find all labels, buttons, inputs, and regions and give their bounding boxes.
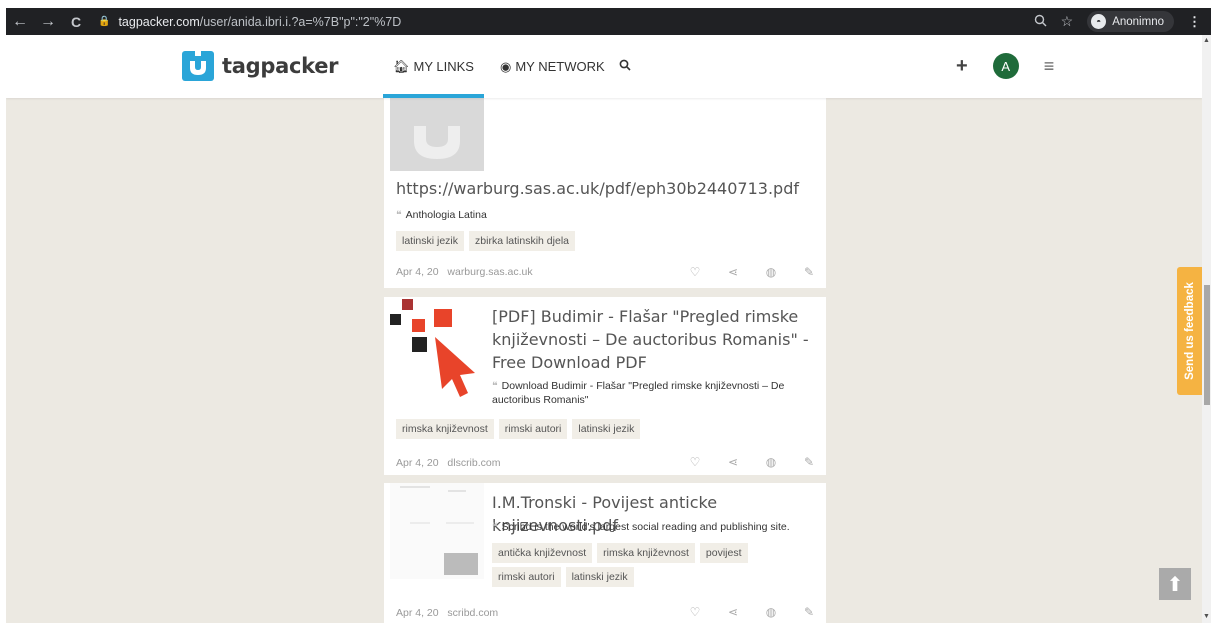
tag[interactable]: rimski autori	[492, 567, 561, 587]
home-icon: 🏠︎	[393, 58, 410, 74]
url-path: /user/anida.ibri.i.?a=%7B"p":"2"%7D	[199, 14, 402, 29]
tag[interactable]: rimska književnost	[396, 419, 494, 439]
link-meta: Apr 4, 20 warburg.sas.ac.uk	[396, 266, 533, 278]
scrollbar-thumb[interactable]	[1204, 285, 1210, 405]
link-thumbnail[interactable]	[390, 483, 484, 579]
quote-icon: ❝	[396, 209, 402, 221]
share-icon[interactable]: ⋖	[724, 265, 742, 279]
scrollbar[interactable]: ▲ ▼	[1202, 35, 1211, 623]
profile-label: Anonimno	[1112, 15, 1164, 28]
tab-my-network[interactable]: ◉ MY NETWORK	[490, 35, 615, 98]
tag[interactable]: antička književnost	[492, 543, 593, 563]
reload-button[interactable]: C	[62, 14, 90, 30]
logo-icon	[182, 51, 214, 81]
link-card: [PDF] Budimir - Flašar "Pregled rimske k…	[384, 297, 826, 475]
feedback-button[interactable]: Send us feedback	[1177, 267, 1202, 395]
address-bar[interactable]: 🔒 tagpacker.com /user/anida.ibri.i.?a=%7…	[98, 15, 401, 29]
tag-list: latinski jezik zbirka latinskih djela	[396, 231, 816, 251]
pencil-icon[interactable]: ✎	[800, 455, 818, 469]
tab-label: MY LINKS	[413, 59, 474, 74]
app-header: tagpacker 🏠︎ MY LINKS ◉ MY NETWORK + A ≡	[6, 35, 1202, 98]
tab-label: MY NETWORK	[515, 59, 605, 74]
globe-icon[interactable]: ◍	[762, 265, 780, 279]
link-description: ❝ Scribd is the world's largest social re…	[492, 521, 790, 533]
logo-text: tagpacker	[222, 54, 339, 78]
url-host: tagpacker.com	[118, 14, 200, 29]
tag-list: rimska književnost rimski autori latinsk…	[396, 419, 816, 439]
tag-list: antička književnost rimska književnost p…	[492, 543, 817, 587]
tag[interactable]: zbirka latinskih djela	[469, 231, 575, 251]
link-description: ❝ Anthologia Latina	[396, 209, 487, 221]
pencil-icon[interactable]: ✎	[800, 605, 818, 619]
tab-my-links[interactable]: 🏠︎ MY LINKS	[383, 35, 484, 98]
link-domain[interactable]: warburg.sas.ac.uk	[447, 266, 532, 278]
tag[interactable]: rimska književnost	[597, 543, 695, 563]
quote-icon: ❝	[492, 521, 498, 533]
link-title[interactable]: https://warburg.sas.ac.uk/pdf/eph30b2440…	[396, 177, 816, 200]
link-title[interactable]: [PDF] Budimir - Flašar "Pregled rimske k…	[492, 305, 812, 374]
avatar[interactable]: A	[992, 53, 1019, 79]
link-thumbnail[interactable]	[390, 297, 484, 397]
link-date: Apr 4, 20	[396, 607, 439, 619]
main-nav: 🏠︎ MY LINKS ◉ MY NETWORK	[383, 35, 631, 98]
forward-button[interactable]: →	[34, 13, 62, 31]
tag[interactable]: latinski jezik	[572, 419, 641, 439]
heart-icon[interactable]: ♡	[686, 605, 704, 619]
link-meta: Apr 4, 20 dlscrib.com	[396, 457, 501, 469]
share-icon[interactable]: ⋖	[724, 455, 742, 469]
scroll-down-arrow-icon[interactable]: ▼	[1202, 613, 1211, 620]
page-viewport: https://warburg.sas.ac.uk/pdf/eph30b2440…	[6, 35, 1202, 623]
link-actions: ♡ ⋖ ◍ ✎	[686, 455, 818, 469]
quote-icon: ❝	[492, 380, 498, 392]
zoom-icon[interactable]	[1034, 14, 1047, 30]
tag[interactable]: povijest	[699, 543, 748, 563]
lock-icon: 🔒	[98, 16, 111, 27]
link-domain[interactable]: scribd.com	[447, 607, 498, 619]
search-icon[interactable]	[619, 59, 631, 74]
tag[interactable]: latinski jezik	[565, 567, 634, 587]
link-card: I.M.Tronski - Povijest anticke knjizevno…	[384, 483, 826, 623]
browser-toolbar: ← → C 🔒 tagpacker.com /user/anida.ibri.i…	[6, 8, 1211, 35]
globe-icon: ◉	[499, 58, 512, 74]
link-date: Apr 4, 20	[396, 457, 439, 469]
heart-icon[interactable]: ♡	[686, 265, 704, 279]
tag[interactable]: latinski jezik	[396, 231, 465, 251]
link-card: https://warburg.sas.ac.uk/pdf/eph30b2440…	[384, 81, 826, 288]
star-icon[interactable]: ☆	[1061, 13, 1074, 30]
link-date: Apr 4, 20	[396, 266, 439, 278]
link-domain[interactable]: dlscrib.com	[447, 457, 500, 469]
add-link-button[interactable]: +	[956, 55, 968, 78]
feedback-label: Send us feedback	[1184, 282, 1197, 380]
link-actions: ♡ ⋖ ◍ ✎	[686, 265, 818, 279]
link-actions: ♡ ⋖ ◍ ✎	[686, 605, 818, 619]
back-button[interactable]: ←	[6, 13, 34, 31]
link-description: ❝ Download Budimir - Flašar "Pregled rims…	[492, 380, 785, 406]
arrow-up-icon: ⬆	[1166, 573, 1184, 596]
logo[interactable]: tagpacker	[182, 51, 339, 81]
share-icon[interactable]: ⋖	[724, 605, 742, 619]
pencil-icon[interactable]: ✎	[800, 265, 818, 279]
hamburger-menu-icon[interactable]: ≡	[1044, 56, 1055, 77]
incognito-icon: ◓	[1091, 14, 1107, 29]
globe-icon[interactable]: ◍	[762, 455, 780, 469]
scroll-up-arrow-icon[interactable]: ▲	[1202, 37, 1211, 44]
heart-icon[interactable]: ♡	[686, 455, 704, 469]
browser-menu-icon[interactable]: ⋮	[1188, 14, 1201, 30]
tag[interactable]: rimski autori	[498, 419, 568, 439]
link-meta: Apr 4, 20 scribd.com	[396, 607, 498, 619]
profile-button[interactable]: ◓ Anonimno	[1087, 11, 1174, 32]
globe-icon[interactable]: ◍	[762, 605, 780, 619]
scroll-to-top-button[interactable]: ⬆	[1159, 568, 1191, 600]
